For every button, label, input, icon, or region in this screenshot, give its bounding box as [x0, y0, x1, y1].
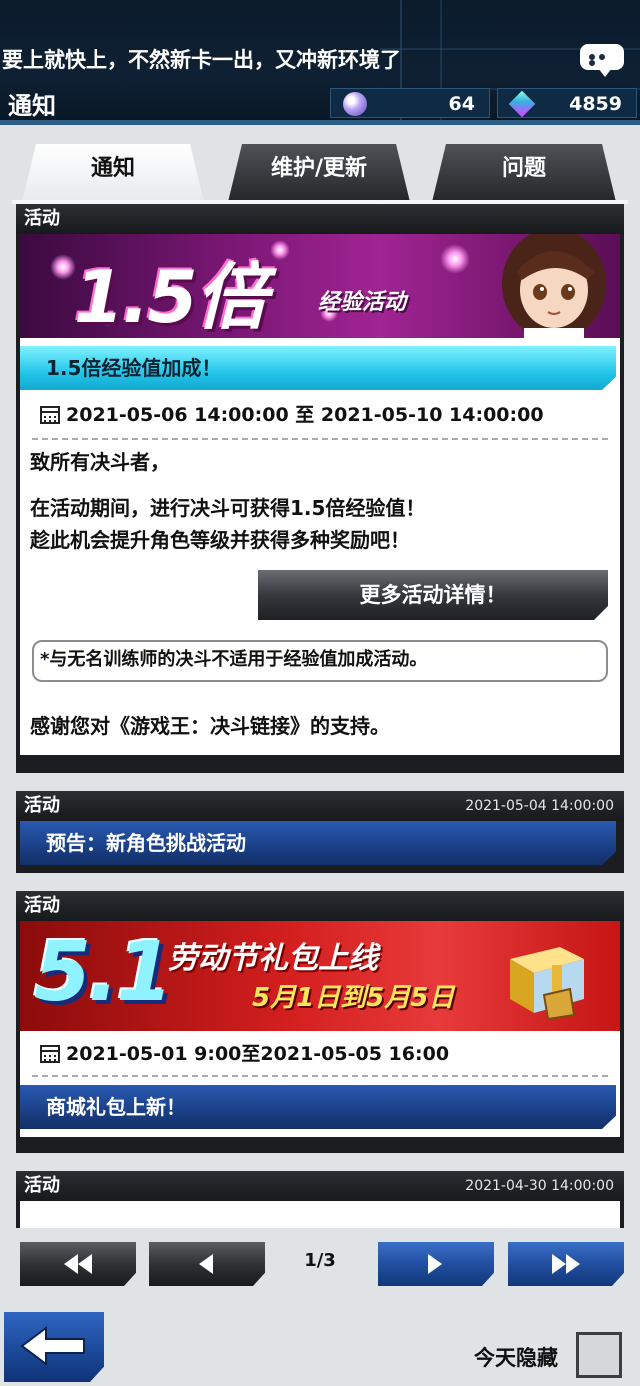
page-title: 通知: [8, 92, 56, 120]
back-arrow-icon: [4, 1312, 104, 1382]
notice-text: 致所有决斗者， 在活动期间，进行决斗可获得1.5倍经验值！ 趁此机会提升角色等级…: [20, 440, 620, 556]
notice-category: 活动: [16, 891, 624, 921]
notice-list[interactable]: 活动 1.5倍 经验活动 1.5倍经验值加成！ 2021-05-06 14:00…: [16, 204, 624, 1228]
exp-event-banner[interactable]: 1.5倍 经验活动: [20, 234, 620, 338]
tab-maintenance[interactable]: 维护/更新: [228, 144, 410, 202]
notice-body: 1.5倍 经验活动 1.5倍经验值加成！ 2021-05-06 14:00:00…: [20, 234, 620, 755]
back-button[interactable]: [4, 1312, 104, 1382]
news-ticker: 要上就快上，不然新卡一出，又冲新环境了: [2, 48, 401, 72]
next-page-button[interactable]: [378, 1242, 494, 1286]
notice-title-ribbon[interactable]: 商城礼包上新！: [20, 1085, 616, 1129]
hide-today-label: 今天隐藏: [474, 1346, 558, 1370]
hide-today-checkbox[interactable]: [576, 1332, 622, 1378]
character-portrait: [502, 234, 606, 338]
more-details-button[interactable]: 更多活动详情！: [258, 570, 608, 620]
date-range-text: 2021-05-01 9:00至2021-05-05 16:00: [66, 1043, 450, 1065]
banner-headline: 1.5倍: [74, 255, 268, 338]
thanks-text: 感谢您对《游戏王：决斗链接》的支持。: [30, 714, 390, 738]
notice-card: 活动 5.1 劳动节礼包上线 5月1日到5月5日 2021-05-01 9:00…: [16, 891, 624, 1153]
right-arrow-icon: [378, 1242, 494, 1286]
tab-issues[interactable]: 问题: [432, 144, 616, 202]
banner-subtitle: 经验活动: [318, 290, 407, 315]
orb-count: 64: [448, 93, 475, 115]
notice-category: 活动: [24, 795, 60, 816]
notice-category: 活动: [16, 204, 624, 234]
calendar-icon: [40, 1045, 60, 1063]
orb-currency-icon: [343, 92, 367, 116]
double-right-arrow-icon: [508, 1242, 624, 1286]
notice-body: 5.1 劳动节礼包上线 5月1日到5月5日 2021-05-01 9:00至20…: [20, 921, 620, 1137]
event-date-range: 2021-05-01 9:00至2021-05-05 16:00: [32, 1031, 608, 1077]
calendar-icon: [40, 406, 60, 424]
header-divider: [0, 120, 640, 125]
body-line-1: 在活动期间，进行决斗可获得1.5倍经验值！: [30, 496, 426, 520]
body-line-2: 趁此机会提升角色等级并获得多种奖励吧！: [30, 528, 410, 552]
prev-page-button[interactable]: [149, 1242, 265, 1286]
last-page-button[interactable]: [508, 1242, 624, 1286]
notice-date: 2021-04-30 14:00:00: [465, 1178, 614, 1194]
notice-card: 活动 1.5倍 经验活动 1.5倍经验值加成！ 2021-05-06 14:00…: [16, 204, 624, 773]
gift-box-icon: [510, 947, 584, 1019]
notice-card: 活动 2021-04-30 14:00:00: [16, 1171, 624, 1228]
orb-currency[interactable]: 64: [330, 88, 490, 118]
notice-title-ribbon[interactable]: 1.5倍经验值加成！: [20, 346, 616, 390]
left-arrow-icon: [149, 1242, 265, 1286]
page-indicator: 1/3: [304, 1250, 336, 1271]
banner-title: 劳动节礼包上线: [168, 941, 378, 976]
gem-currency[interactable]: 4859: [497, 88, 637, 118]
notice-date: 2021-05-04 14:00:00: [465, 798, 614, 814]
event-date-range: 2021-05-06 14:00:00 至 2021-05-10 14:00:0…: [32, 390, 608, 440]
notice-card: 活动 2021-05-04 14:00:00 预告：新角色挑战活动: [16, 791, 624, 873]
greeting-text: 致所有决斗者，: [30, 450, 170, 474]
top-header: 要上就快上，不然新卡一出，又冲新环境了 通知 64 4859: [0, 0, 640, 125]
date-range-text: 2021-05-06 14:00:00 至 2021-05-10 14:00:0…: [66, 404, 544, 426]
notice-category: 活动: [24, 1175, 60, 1196]
gem-currency-icon: [508, 90, 536, 118]
tab-notice[interactable]: 通知: [22, 144, 204, 202]
first-page-button[interactable]: [20, 1242, 136, 1286]
exclusion-note: *与无名训练师的决斗不适用于经验值加成活动。: [32, 640, 608, 682]
notice-title-ribbon[interactable]: 预告：新角色挑战活动: [20, 821, 616, 865]
labor-day-banner[interactable]: 5.1 劳动节礼包上线 5月1日到5月5日: [20, 921, 620, 1031]
double-left-arrow-icon: [20, 1242, 136, 1286]
banner-headline: 5.1: [34, 925, 173, 1020]
gem-count: 4859: [569, 93, 622, 115]
banner-subtitle: 5月1日到5月5日: [252, 983, 455, 1013]
chat-icon[interactable]: [580, 44, 624, 77]
